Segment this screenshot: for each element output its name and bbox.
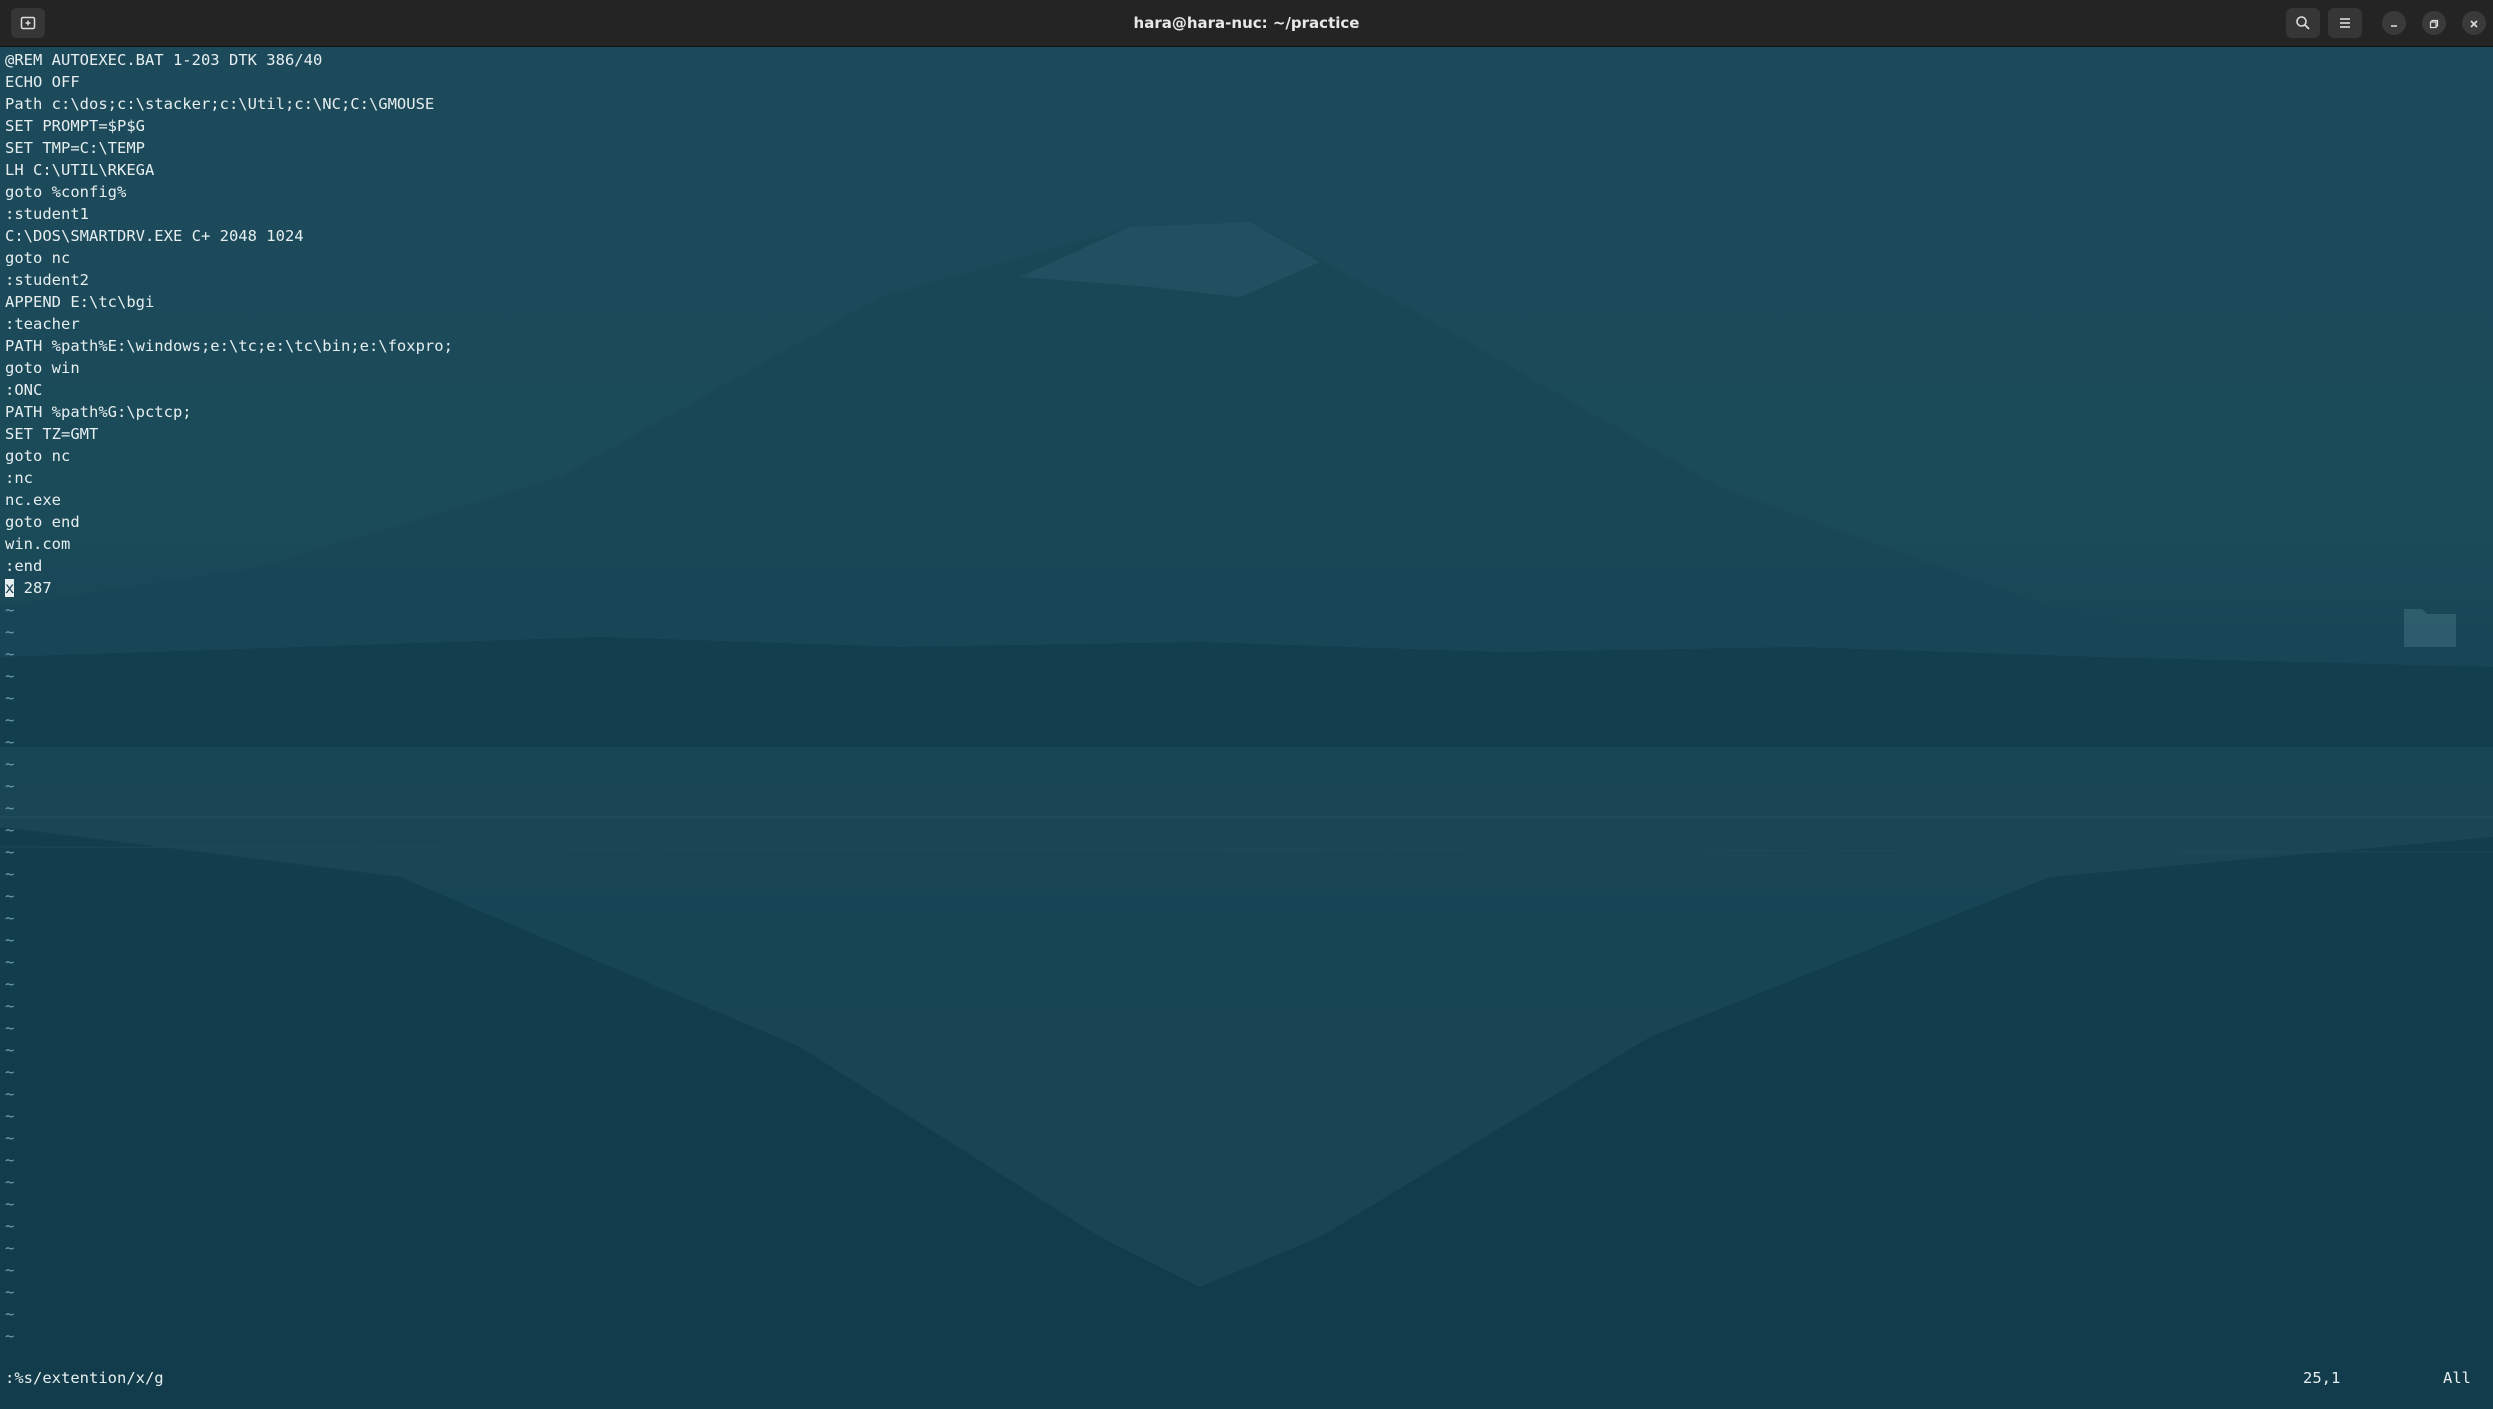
editor-line: SET TMP=C:\TEMP — [5, 139, 145, 157]
empty-line-tilde: ~ — [5, 953, 15, 971]
editor-line: PATH %path%E:\windows;e:\tc;e:\tc\bin;e:… — [5, 337, 453, 355]
empty-line-tilde: ~ — [5, 865, 15, 883]
editor-line: goto %config% — [5, 183, 127, 201]
empty-line-tilde: ~ — [5, 623, 15, 641]
minimize-icon — [2389, 14, 2399, 33]
empty-line-tilde: ~ — [5, 821, 15, 839]
text-cursor: x — [5, 579, 15, 597]
empty-line-tilde: ~ — [5, 1041, 15, 1059]
empty-line-tilde: ~ — [5, 1217, 15, 1235]
minimize-button[interactable] — [2382, 11, 2406, 35]
menu-button[interactable] — [2328, 8, 2362, 38]
maximize-icon — [2429, 14, 2439, 33]
new-tab-icon — [20, 15, 36, 31]
empty-line-tilde: ~ — [5, 1305, 15, 1323]
empty-line-tilde: ~ — [5, 1327, 15, 1345]
scroll-indicator: All — [2443, 1369, 2471, 1387]
editor-line: C:\DOS\SMARTDRV.EXE C+ 2048 1024 — [5, 227, 304, 245]
editor-line: LH C:\UTIL\RKEGA — [5, 161, 155, 179]
terminal-window: hara@hara-nuc: ~/practice @REM AUTOEXEC.… — [0, 0, 2493, 1409]
cursor-position: 25,1 — [2303, 1369, 2341, 1387]
editor-line: ECHO OFF — [5, 73, 80, 91]
empty-line-tilde: ~ — [5, 843, 15, 861]
cursor-line-text: 287 — [14, 579, 52, 597]
empty-line-tilde: ~ — [5, 799, 15, 817]
close-icon — [2469, 14, 2479, 33]
editor-line: :ONC — [5, 381, 43, 399]
editor-line-cursor: x 287 — [5, 577, 2485, 599]
window-title: hara@hara-nuc: ~/practice — [1133, 14, 1360, 32]
editor-buffer[interactable]: @REM AUTOEXEC.BAT 1-203 DTK 386/40 ECHO O… — [5, 49, 2485, 1347]
empty-line-tilde: ~ — [5, 601, 15, 619]
empty-line-tilde: ~ — [5, 975, 15, 993]
editor-line: :end — [5, 557, 43, 575]
editor-line: goto win — [5, 359, 80, 377]
editor-line: goto nc — [5, 249, 71, 267]
empty-line-tilde: ~ — [5, 1173, 15, 1191]
vim-status-line: :%s/extention/x/g 25,1 All — [0, 1367, 2493, 1389]
empty-line-tilde: ~ — [5, 1085, 15, 1103]
empty-line-tilde: ~ — [5, 777, 15, 795]
editor-line: goto end — [5, 513, 80, 531]
empty-line-tilde: ~ — [5, 1261, 15, 1279]
empty-line-tilde: ~ — [5, 1195, 15, 1213]
empty-line-tilde: ~ — [5, 645, 15, 663]
editor-line: :student1 — [5, 205, 89, 223]
empty-line-tilde: ~ — [5, 997, 15, 1015]
editor-line: PATH %path%G:\pctcp; — [5, 403, 192, 421]
editor-line: nc.exe — [5, 491, 61, 509]
empty-line-tilde: ~ — [5, 1063, 15, 1081]
editor-line: win.com — [5, 535, 71, 553]
empty-line-tilde: ~ — [5, 1107, 15, 1125]
command-line[interactable]: :%s/extention/x/g — [5, 1367, 164, 1389]
empty-line-tilde: ~ — [5, 711, 15, 729]
editor-line: APPEND E:\tc\bgi — [5, 293, 155, 311]
empty-line-tilde: ~ — [5, 755, 15, 773]
editor-line: :nc — [5, 469, 33, 487]
empty-line-tilde: ~ — [5, 689, 15, 707]
empty-line-tilde: ~ — [5, 733, 15, 751]
empty-line-tilde: ~ — [5, 887, 15, 905]
search-icon — [2295, 15, 2311, 31]
editor-line: :student2 — [5, 271, 89, 289]
editor-line: :teacher — [5, 315, 80, 333]
title-bar: hara@hara-nuc: ~/practice — [0, 0, 2493, 47]
editor-line: @REM AUTOEXEC.BAT 1-203 DTK 386/40 — [5, 51, 323, 69]
empty-line-tilde: ~ — [5, 1151, 15, 1169]
editor-line: Path c:\dos;c:\stacker;c:\Util;c:\NC;C:\… — [5, 95, 435, 113]
editor-line: goto nc — [5, 447, 71, 465]
empty-line-tilde: ~ — [5, 1129, 15, 1147]
empty-line-tilde: ~ — [5, 667, 15, 685]
editor-line: SET PROMPT=$P$G — [5, 117, 145, 135]
empty-line-tilde: ~ — [5, 931, 15, 949]
empty-line-tilde: ~ — [5, 909, 15, 927]
empty-line-tilde: ~ — [5, 1283, 15, 1301]
empty-line-tilde: ~ — [5, 1019, 15, 1037]
new-tab-button[interactable] — [11, 8, 45, 38]
editor-line: SET TZ=GMT — [5, 425, 99, 443]
terminal-area[interactable]: @REM AUTOEXEC.BAT 1-203 DTK 386/40 ECHO O… — [0, 47, 2493, 1409]
hamburger-menu-icon — [2337, 15, 2353, 31]
search-button[interactable] — [2286, 8, 2320, 38]
close-button[interactable] — [2462, 11, 2486, 35]
maximize-button[interactable] — [2422, 11, 2446, 35]
empty-line-tilde: ~ — [5, 1239, 15, 1257]
